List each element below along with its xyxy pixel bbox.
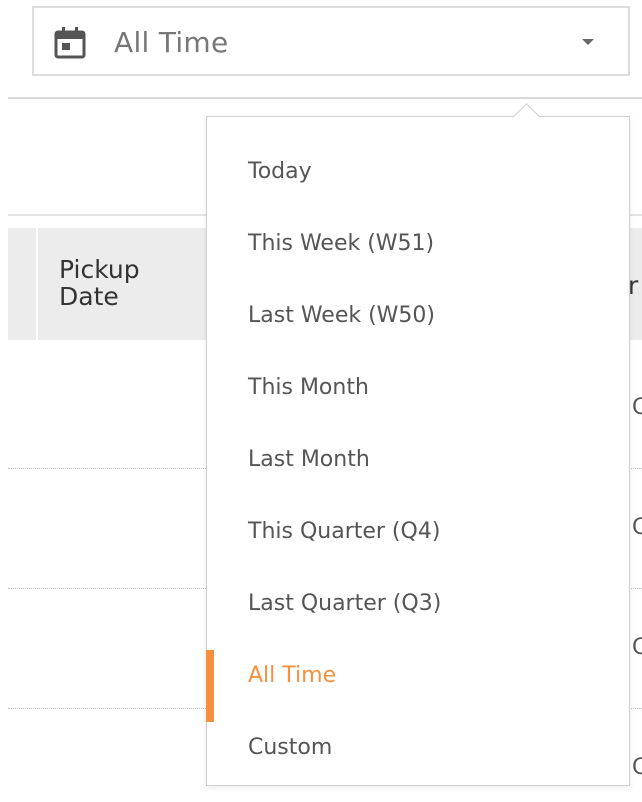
column-header-pickup-date[interactable]: Pickup Date [59, 256, 199, 310]
table-cell-truncated: C [632, 395, 642, 420]
date-range-value: All Time [114, 26, 229, 59]
table-cell-truncated: C [632, 755, 642, 780]
option-this-week[interactable]: This Week (W51) [207, 208, 629, 280]
table-cell-truncated: C [632, 515, 642, 540]
date-range-select[interactable]: All Time [32, 6, 630, 76]
calendar-icon [54, 27, 86, 59]
option-last-month[interactable]: Last Month [207, 424, 629, 496]
column-separator [36, 228, 38, 340]
option-this-quarter[interactable]: This Quarter (Q4) [207, 496, 629, 568]
option-this-month[interactable]: This Month [207, 352, 629, 424]
table-cell-truncated: C [632, 635, 642, 660]
option-today[interactable]: Today [207, 136, 629, 208]
option-custom[interactable]: Custom [207, 712, 629, 784]
dropdown-pointer [513, 103, 540, 130]
option-last-quarter[interactable]: Last Quarter (Q3) [207, 568, 629, 640]
caret-down-icon[interactable] [582, 39, 594, 45]
option-last-week[interactable]: Last Week (W50) [207, 280, 629, 352]
date-range-options: Today This Week (W51) Last Week (W50) Th… [206, 136, 629, 784]
date-range-dropdown: Today This Week (W51) Last Week (W50) Th… [206, 103, 630, 786]
option-all-time[interactable]: All Time [206, 640, 629, 722]
filter-divider [8, 97, 642, 99]
